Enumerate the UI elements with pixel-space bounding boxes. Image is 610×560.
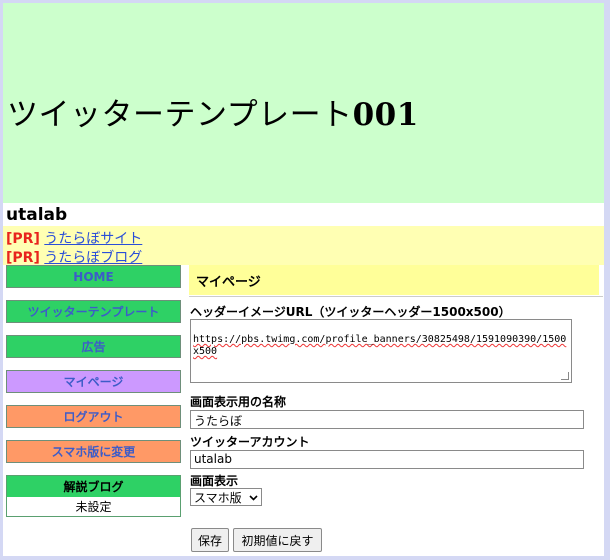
save-button[interactable]: 保存 <box>191 528 229 552</box>
display-mode-label: 画面表示 <box>190 474 239 488</box>
site-title: ツイッターテンプレート001 <box>7 89 419 134</box>
site-title-number: 001 <box>352 97 419 133</box>
pr-tag: [PR] <box>6 250 40 266</box>
nav-home-button[interactable]: HOME <box>6 265 181 288</box>
reset-button[interactable]: 初期値に戻す <box>233 528 322 552</box>
pr-item: [PR] うたらぼブログ <box>6 247 142 267</box>
section-title: マイページ <box>189 265 599 295</box>
pr-link-blog[interactable]: うたらぼブログ <box>44 250 142 266</box>
pr-item: [PR] うたらぼサイト <box>6 228 142 248</box>
blog-value: 未設定 <box>75 500 112 514</box>
blog-panel: 解説ブログ 未設定 <box>6 475 181 517</box>
divider <box>189 296 603 297</box>
twitter-account-label: ツイッターアカウント <box>190 435 310 449</box>
resize-handle-icon[interactable] <box>561 372 569 380</box>
pr-box: [PR] うたらぼサイト [PR] うたらぼブログ <box>3 226 604 267</box>
header-image-url-value: https://pbs.twimg.com/profile_banners/30… <box>193 334 567 357</box>
page: ツイッターテンプレート001 utalab [PR] うたらぼサイト [PR] … <box>3 3 604 556</box>
blog-title[interactable]: 解説ブログ <box>7 476 180 497</box>
nav-twitter-template-button[interactable]: ツイッターテンプレート <box>6 300 181 323</box>
display-name-input[interactable]: うたらぼ <box>190 410 584 429</box>
display-name-label: 画面表示用の名称 <box>190 395 287 409</box>
user-name: utalab <box>6 205 68 225</box>
chevron-down-icon <box>249 490 258 504</box>
header-image-label: ヘッダーイメージURL（ツイッターヘッダー1500x500） <box>190 305 511 319</box>
nav-switch-mobile-button[interactable]: スマホ版に変更 <box>6 440 181 463</box>
display-mode-value: スマホ版 <box>194 490 242 505</box>
header-banner: ツイッターテンプレート001 <box>3 3 604 203</box>
pr-link-site[interactable]: うたらぼサイト <box>44 231 142 247</box>
twitter-account-input[interactable]: utalab <box>190 450 584 469</box>
site-title-text: ツイッターテンプレート <box>7 97 353 133</box>
pr-tag: [PR] <box>6 231 40 247</box>
nav-ads-button[interactable]: 広告 <box>6 335 181 358</box>
header-image-url-field[interactable]: https://pbs.twimg.com/profile_banners/30… <box>190 319 572 383</box>
display-mode-select[interactable]: スマホ版 <box>190 488 262 506</box>
nav-logout-button[interactable]: ログアウト <box>6 405 181 428</box>
nav-mypage-button[interactable]: マイページ <box>6 370 181 393</box>
